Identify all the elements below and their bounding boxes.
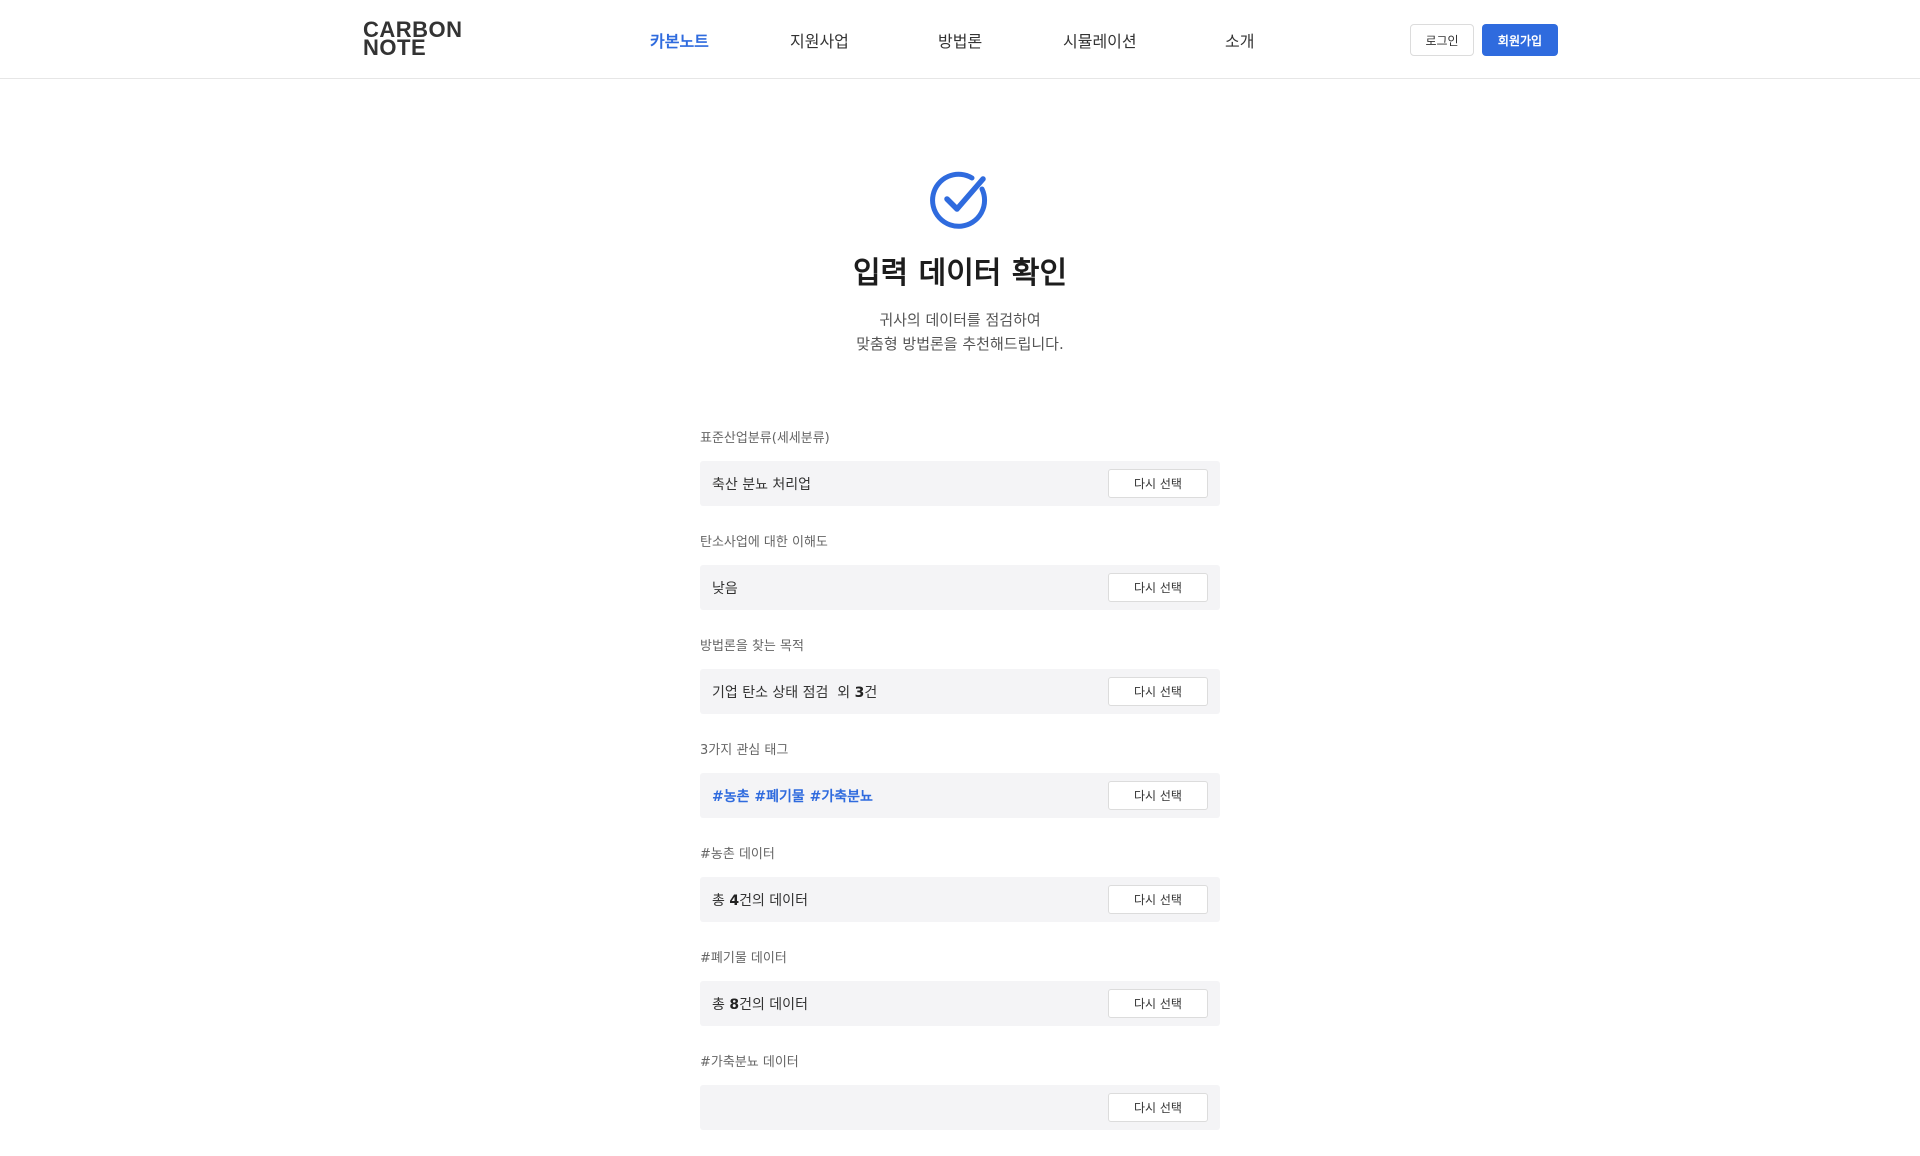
reselect-button[interactable]: 다시 선택 — [1108, 885, 1208, 914]
subtitle-line-2: 맞춤형 방법론을 추천해드립니다. — [856, 335, 1064, 353]
page-title: 입력 데이터 확인 — [852, 256, 1068, 291]
field-row: 낮음 다시 선택 — [700, 565, 1220, 610]
field-label: #폐기물 데이터 — [700, 951, 787, 966]
field-value: 총 8건의 데이터 — [712, 994, 808, 1014]
nav-item-methodology[interactable]: 방법론 — [938, 28, 982, 52]
field-waste-data: #폐기물 데이터 총 8건의 데이터 다시 선택 — [700, 948, 1220, 1052]
reselect-button[interactable]: 다시 선택 — [1108, 573, 1208, 602]
field-rural-data: #농촌 데이터 총 4건의 데이터 다시 선택 — [700, 844, 1220, 948]
field-purpose: 방법론을 찾는 목적 기업 탄소 상태 점검 외 3건 다시 선택 — [700, 636, 1220, 740]
nav-item-support[interactable]: 지원사업 — [790, 28, 849, 52]
field-label: #가축분뇨 데이터 — [700, 1055, 799, 1070]
field-row: 총 8건의 데이터 다시 선택 — [700, 981, 1220, 1026]
nav-item-carbonnote[interactable]: 카본노트 — [650, 28, 709, 52]
field-value: 총 4건의 데이터 — [712, 890, 808, 910]
input-summary-form: 표준산업분류(세세분류) 축산 분뇨 처리업 다시 선택 탄소사업에 대한 이해… — [700, 428, 1220, 1156]
field-industry-classification: 표준산업분류(세세분류) 축산 분뇨 처리업 다시 선택 — [700, 428, 1220, 532]
top-header: CARBON NOTE 카본노트 지원사업 방법론 시뮬레이션 소개 로그인 회… — [0, 0, 1920, 79]
field-label: 3가지 관심 태그 — [700, 743, 789, 758]
field-row: 다시 선택 — [700, 1085, 1220, 1130]
value-suffix: 건의 데이터 — [739, 996, 808, 1013]
field-row: 총 4건의 데이터 다시 선택 — [700, 877, 1220, 922]
reselect-button[interactable]: 다시 선택 — [1108, 781, 1208, 810]
check-circle-icon — [930, 171, 988, 229]
field-livestock-manure-data: #가축분뇨 데이터 다시 선택 — [700, 1052, 1220, 1156]
field-interest-tags: 3가지 관심 태그 #농촌 #폐기물 #가축분뇨 다시 선택 — [700, 740, 1220, 844]
subtitle-line-1: 귀사의 데이터를 점검하여 — [879, 311, 1041, 329]
value-suffix: 건 — [864, 684, 878, 701]
field-label: 표준산업분류(세세분류) — [700, 431, 830, 446]
value-prefix: 총 — [712, 996, 730, 1013]
field-value: 낮음 — [712, 580, 738, 597]
value-prefix: 총 — [712, 892, 730, 909]
field-row: 기업 탄소 상태 점검 외 3건 다시 선택 — [700, 669, 1220, 714]
value-count: 3 — [854, 684, 865, 701]
value-count: 4 — [729, 892, 740, 909]
reselect-button[interactable]: 다시 선택 — [1108, 989, 1208, 1018]
field-row: 축산 분뇨 처리업 다시 선택 — [700, 461, 1220, 506]
field-understanding-level: 탄소사업에 대한 이해도 낮음 다시 선택 — [700, 532, 1220, 636]
nav-item-about[interactable]: 소개 — [1225, 28, 1254, 52]
field-row: #농촌 #폐기물 #가축분뇨 다시 선택 — [700, 773, 1220, 818]
page-subtitle: 귀사의 데이터를 점검하여 맞춤형 방법론을 추천해드립니다. — [0, 308, 1920, 356]
logo[interactable]: CARBON NOTE — [363, 19, 463, 59]
login-button[interactable]: 로그인 — [1410, 24, 1474, 56]
field-value: 기업 탄소 상태 점검 외 3건 — [712, 682, 877, 702]
value-suffix: 건의 데이터 — [739, 892, 808, 909]
value-count: 8 — [729, 996, 740, 1013]
tag-list: #농촌 #폐기물 #가축분뇨 — [712, 788, 873, 805]
field-label: 탄소사업에 대한 이해도 — [700, 535, 828, 550]
field-value: 축산 분뇨 처리업 — [712, 476, 812, 493]
nav-item-simulation[interactable]: 시뮬레이션 — [1063, 28, 1137, 52]
value-prefix: 기업 탄소 상태 점검 외 — [712, 684, 855, 701]
reselect-button[interactable]: 다시 선택 — [1108, 677, 1208, 706]
reselect-button[interactable]: 다시 선택 — [1108, 469, 1208, 498]
reselect-button[interactable]: 다시 선택 — [1108, 1093, 1208, 1122]
signup-button[interactable]: 회원가입 — [1482, 24, 1558, 56]
field-label: #농촌 데이터 — [700, 847, 775, 862]
field-label: 방법론을 찾는 목적 — [700, 639, 804, 654]
